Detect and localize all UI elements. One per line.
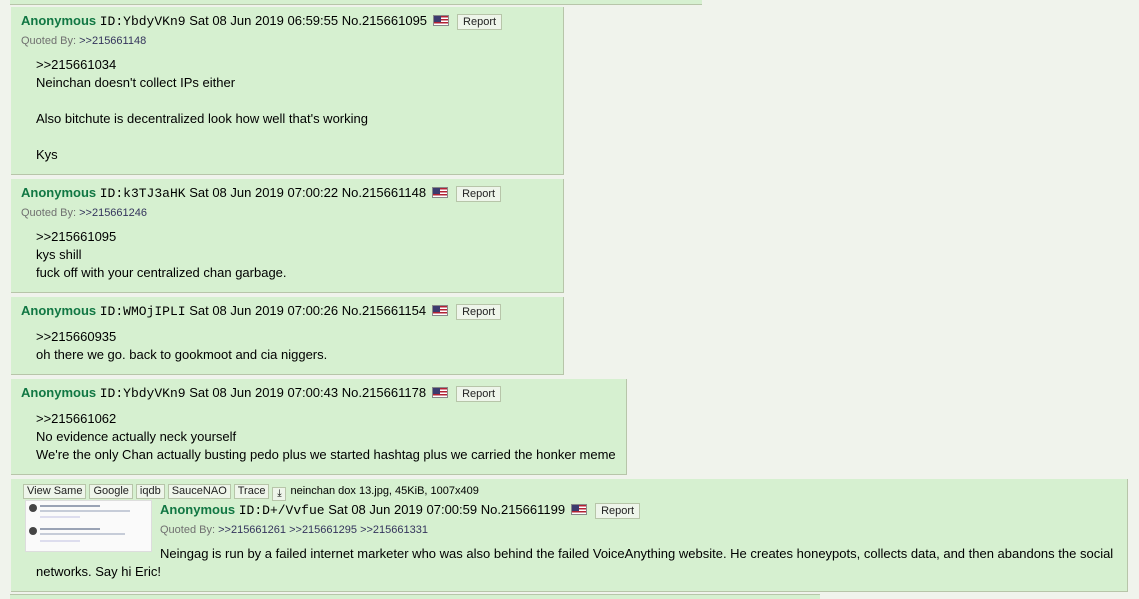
quoted-by: Quoted By: >>215661246 xyxy=(21,207,147,219)
trace-button[interactable]: Trace xyxy=(233,484,270,499)
quote-link[interactable]: >>215661034 xyxy=(36,56,368,74)
file-bar: View Same Google iqdb SauceNAO Trace ⤓ neincha… xyxy=(23,484,479,501)
thumb-avatar xyxy=(29,504,37,512)
poster-name: Anonymous xyxy=(21,185,97,200)
post-header: Anonymous ID:YbdyVKn9 Sat 08 Jun 2019 07… xyxy=(21,385,502,402)
post-header: Anonymous ID:k3TJ3aHK Sat 08 Jun 2019 07… xyxy=(21,185,502,202)
poster-name: Anonymous xyxy=(21,13,97,28)
report-button[interactable]: Report xyxy=(456,304,502,320)
backlink[interactable]: >>215661246 xyxy=(79,207,147,219)
view-same-button[interactable]: View Same xyxy=(23,484,87,499)
backlink[interactable]: >>215661148 xyxy=(79,35,146,47)
poster-name: Anonymous xyxy=(21,303,97,318)
us-flag-icon xyxy=(433,15,450,26)
thumb-line xyxy=(40,533,125,535)
post-header: Anonymous ID:YbdyVKn9 Sat 08 Jun 2019 06… xyxy=(21,13,503,30)
us-flag-icon xyxy=(571,504,588,515)
post-line: fuck off with your centralized chan garb… xyxy=(36,265,287,280)
thumb-avatar xyxy=(29,527,37,535)
quoted-by-label: Quoted By: xyxy=(21,207,77,219)
post: Anonymous ID:k3TJ3aHK Sat 08 Jun 2019 07… xyxy=(11,179,564,293)
quoted-by-label: Quoted By: xyxy=(21,35,77,47)
quoted-by: Quoted By: >>215661261 >>215661295 >>215… xyxy=(160,524,428,536)
post-number[interactable]: No.215661095 xyxy=(342,13,427,28)
quoted-by: Quoted By: >>215661148 xyxy=(21,35,146,47)
post: Anonymous ID:YbdyVKn9 Sat 08 Jun 2019 07… xyxy=(11,379,627,475)
post-body: >>215661095 kys shill fuck off with your… xyxy=(36,228,287,282)
post-body: Neingag is run by a failed internet mark… xyxy=(36,545,1113,581)
poster-id[interactable]: ID:YbdyVKn9 xyxy=(100,386,186,401)
post-number[interactable]: No.215661178 xyxy=(342,385,426,400)
post: View Same Google iqdb SauceNAO Trace ⤓ neincha… xyxy=(11,479,1128,592)
report-button[interactable]: Report xyxy=(457,14,503,30)
post-header: Anonymous ID:D+/Vvfue Sat 08 Jun 2019 07… xyxy=(160,502,641,519)
post-line: We're the only Chan actually busting ped… xyxy=(36,447,616,462)
post-line xyxy=(36,128,368,146)
saucenao-button[interactable]: SauceNAO xyxy=(167,484,231,499)
quote-link[interactable]: >>215660935 xyxy=(36,328,327,346)
poster-name: Anonymous xyxy=(160,502,236,517)
report-button[interactable]: Report xyxy=(456,186,502,202)
google-button[interactable]: Google xyxy=(89,484,133,499)
thumb-line xyxy=(40,516,80,518)
post-datetime: Sat 08 Jun 2019 07:00:59 xyxy=(328,502,478,517)
thumb-line xyxy=(40,540,80,542)
poster-id[interactable]: ID:D+/Vvfue xyxy=(239,503,325,518)
post-line: Also bitchute is decentralized look how … xyxy=(36,111,368,126)
post-line xyxy=(36,92,368,110)
quote-link[interactable]: >>215661062 xyxy=(36,410,616,428)
post-body: >>215660935 oh there we go. back to gook… xyxy=(36,328,327,364)
post-line: oh there we go. back to gookmoot and cia… xyxy=(36,347,328,362)
poster-name: Anonymous xyxy=(21,385,97,400)
post: Anonymous ID:WMOjIPLI Sat 08 Jun 2019 07… xyxy=(11,297,564,375)
us-flag-icon xyxy=(432,187,449,198)
thumb-line xyxy=(40,528,100,530)
post-body: >>215661062 No evidence actually neck yo… xyxy=(36,410,616,464)
download-icon[interactable]: ⤓ xyxy=(272,487,287,501)
backlink[interactable]: >>215661295 xyxy=(289,524,357,536)
us-flag-icon xyxy=(432,305,449,316)
post: Anonymous ID:YbdyVKn9 Sat 08 Jun 2019 06… xyxy=(11,7,564,175)
post-header: Anonymous ID:WMOjIPLI Sat 08 Jun 2019 07… xyxy=(21,303,502,320)
quote-link[interactable]: >>215661095 xyxy=(36,228,287,246)
report-button[interactable]: Report xyxy=(456,386,502,402)
post-line: kys shill xyxy=(36,247,82,262)
poster-id[interactable]: ID:YbdyVKn9 xyxy=(100,14,186,29)
post-datetime: Sat 08 Jun 2019 07:00:26 xyxy=(189,303,339,318)
quoted-by-label: Quoted By: xyxy=(160,524,216,536)
next-post-edge xyxy=(10,594,820,599)
post-line: networks. Say hi Eric! xyxy=(36,564,161,579)
post-datetime: Sat 08 Jun 2019 07:00:43 xyxy=(189,385,339,400)
poster-id[interactable]: ID:WMOjIPLI xyxy=(100,304,186,319)
post-line: Neingag is run by a failed internet mark… xyxy=(160,546,1114,561)
post-number[interactable]: No.215661148 xyxy=(342,185,426,200)
poster-id[interactable]: ID:k3TJ3aHK xyxy=(100,186,186,201)
post-datetime: Sat 08 Jun 2019 06:59:55 xyxy=(189,13,339,28)
file-info[interactable]: neinchan dox 13.jpg, 45KiB, 1007x409 xyxy=(290,485,478,497)
post-number[interactable]: No.215661154 xyxy=(342,303,426,318)
post-line: No evidence actually neck yourself xyxy=(36,429,237,444)
thumb-line xyxy=(40,510,130,512)
post-line: Kys xyxy=(36,147,58,162)
thumb-line xyxy=(40,505,100,507)
iqdb-button[interactable]: iqdb xyxy=(135,484,165,499)
post-number[interactable]: No.215661199 xyxy=(481,502,565,517)
report-button[interactable]: Report xyxy=(595,503,641,519)
backlink[interactable]: >>215661261 xyxy=(218,524,286,536)
backlink[interactable]: >>215661331 xyxy=(360,524,428,536)
post-body: >>215661034 Neinchan doesn't collect IPs… xyxy=(36,56,368,164)
previous-post-edge xyxy=(10,0,702,5)
us-flag-icon xyxy=(432,387,449,398)
post-datetime: Sat 08 Jun 2019 07:00:22 xyxy=(189,185,339,200)
post-line: Neinchan doesn't collect IPs either xyxy=(36,75,236,90)
